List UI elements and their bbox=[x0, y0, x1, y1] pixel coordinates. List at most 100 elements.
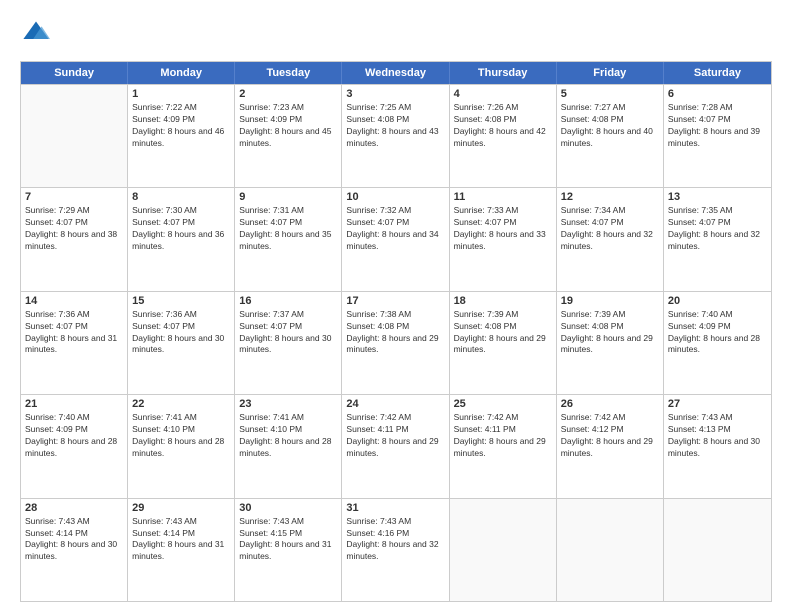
cell-info: Sunrise: 7:38 AMSunset: 4:08 PMDaylight:… bbox=[346, 309, 444, 357]
page: Sunday Monday Tuesday Wednesday Thursday… bbox=[0, 0, 792, 612]
calendar-cell: 25 Sunrise: 7:42 AMSunset: 4:11 PMDayligh… bbox=[450, 395, 557, 497]
calendar-cell: 20 Sunrise: 7:40 AMSunset: 4:09 PMDayligh… bbox=[664, 292, 771, 394]
day-number: 25 bbox=[454, 398, 552, 410]
day-number: 4 bbox=[454, 88, 552, 100]
day-number: 2 bbox=[239, 88, 337, 100]
cell-info: Sunrise: 7:43 AMSunset: 4:13 PMDaylight:… bbox=[668, 412, 767, 460]
calendar-cell: 28Sunrise: 7:43 AMSunset: 4:14 PMDayligh… bbox=[21, 499, 128, 601]
cell-info: Sunrise: 7:40 AMSunset: 4:09 PMDaylight:… bbox=[25, 412, 123, 460]
calendar-cell bbox=[21, 85, 128, 187]
day-number: 11 bbox=[454, 191, 552, 203]
calendar-cell: 7 Sunrise: 7:29 AMSunset: 4:07 PMDaylight… bbox=[21, 188, 128, 290]
cell-info: Sunrise: 7:37 AMSunset: 4:07 PMDaylight:… bbox=[239, 309, 337, 357]
day-number: 22 bbox=[132, 398, 230, 410]
col-wednesday: Wednesday bbox=[342, 62, 449, 84]
calendar-cell: 3 Sunrise: 7:25 AMSunset: 4:08 PMDaylight… bbox=[342, 85, 449, 187]
calendar-cell: 10Sunrise: 7:32 AMSunset: 4:07 PMDayligh… bbox=[342, 188, 449, 290]
day-number: 29 bbox=[132, 502, 230, 514]
calendar-cell: 30 Sunrise: 7:43 AMSunset: 4:15 PMDayligh… bbox=[235, 499, 342, 601]
calendar-cell: 12Sunrise: 7:34 AMSunset: 4:07 PMDayligh… bbox=[557, 188, 664, 290]
calendar-cell: 24Sunrise: 7:42 AMSunset: 4:11 PMDayligh… bbox=[342, 395, 449, 497]
cell-info: Sunrise: 7:29 AMSunset: 4:07 PMDaylight:… bbox=[25, 205, 123, 253]
day-number: 6 bbox=[668, 88, 767, 100]
cell-info: Sunrise: 7:41 AMSunset: 4:10 PMDaylight:… bbox=[132, 412, 230, 460]
calendar-cell: 27 Sunrise: 7:43 AMSunset: 4:13 PMDayligh… bbox=[664, 395, 771, 497]
cell-info: Sunrise: 7:42 AMSunset: 4:11 PMDaylight:… bbox=[454, 412, 552, 460]
calendar-cell: 31 Sunrise: 7:43 AMSunset: 4:16 PMDayligh… bbox=[342, 499, 449, 601]
calendar-cell: 9 Sunrise: 7:31 AMSunset: 4:07 PMDaylight… bbox=[235, 188, 342, 290]
cell-info: Sunrise: 7:36 AMSunset: 4:07 PMDaylight:… bbox=[132, 309, 230, 357]
calendar-cell: 8Sunrise: 7:30 AMSunset: 4:07 PMDaylight… bbox=[128, 188, 235, 290]
col-monday: Monday bbox=[128, 62, 235, 84]
calendar-cell: 15Sunrise: 7:36 AMSunset: 4:07 PMDayligh… bbox=[128, 292, 235, 394]
logo-icon bbox=[22, 18, 50, 46]
day-number: 23 bbox=[239, 398, 337, 410]
calendar-cell: 21 Sunrise: 7:40 AMSunset: 4:09 PMDayligh… bbox=[21, 395, 128, 497]
day-number: 7 bbox=[25, 191, 123, 203]
day-number: 14 bbox=[25, 295, 123, 307]
cell-info: Sunrise: 7:43 AMSunset: 4:14 PMDaylight:… bbox=[132, 516, 230, 564]
cell-info: Sunrise: 7:41 AMSunset: 4:10 PMDaylight:… bbox=[239, 412, 337, 460]
day-number: 31 bbox=[346, 502, 444, 514]
header bbox=[20, 18, 772, 51]
calendar-row-2: 7 Sunrise: 7:29 AMSunset: 4:07 PMDaylight… bbox=[21, 187, 771, 290]
calendar-cell: 22 Sunrise: 7:41 AMSunset: 4:10 PMDayligh… bbox=[128, 395, 235, 497]
calendar-cell: 16 Sunrise: 7:37 AMSunset: 4:07 PMDayligh… bbox=[235, 292, 342, 394]
cell-info: Sunrise: 7:25 AMSunset: 4:08 PMDaylight:… bbox=[346, 102, 444, 150]
col-saturday: Saturday bbox=[664, 62, 771, 84]
cell-info: Sunrise: 7:40 AMSunset: 4:09 PMDaylight:… bbox=[668, 309, 767, 357]
cell-info: Sunrise: 7:42 AMSunset: 4:12 PMDaylight:… bbox=[561, 412, 659, 460]
calendar-cell: 29 Sunrise: 7:43 AMSunset: 4:14 PMDayligh… bbox=[128, 499, 235, 601]
col-tuesday: Tuesday bbox=[235, 62, 342, 84]
day-number: 13 bbox=[668, 191, 767, 203]
calendar-cell: 6 Sunrise: 7:28 AMSunset: 4:07 PMDaylight… bbox=[664, 85, 771, 187]
day-number: 9 bbox=[239, 191, 337, 203]
day-number: 26 bbox=[561, 398, 659, 410]
calendar-cell: 13Sunrise: 7:35 AMSunset: 4:07 PMDayligh… bbox=[664, 188, 771, 290]
calendar-cell: 5 Sunrise: 7:27 AMSunset: 4:08 PMDaylight… bbox=[557, 85, 664, 187]
calendar-cell: 1 Sunrise: 7:22 AMSunset: 4:09 PMDaylight… bbox=[128, 85, 235, 187]
day-number: 30 bbox=[239, 502, 337, 514]
cell-info: Sunrise: 7:39 AMSunset: 4:08 PMDaylight:… bbox=[561, 309, 659, 357]
calendar-cell bbox=[450, 499, 557, 601]
logo bbox=[20, 18, 52, 51]
day-number: 5 bbox=[561, 88, 659, 100]
calendar-row-5: 28Sunrise: 7:43 AMSunset: 4:14 PMDayligh… bbox=[21, 498, 771, 601]
calendar-header: Sunday Monday Tuesday Wednesday Thursday… bbox=[21, 62, 771, 84]
cell-info: Sunrise: 7:43 AMSunset: 4:14 PMDaylight:… bbox=[25, 516, 123, 564]
calendar-cell: 26 Sunrise: 7:42 AMSunset: 4:12 PMDayligh… bbox=[557, 395, 664, 497]
col-friday: Friday bbox=[557, 62, 664, 84]
cell-info: Sunrise: 7:22 AMSunset: 4:09 PMDaylight:… bbox=[132, 102, 230, 150]
calendar-cell: 23 Sunrise: 7:41 AMSunset: 4:10 PMDayligh… bbox=[235, 395, 342, 497]
cell-info: Sunrise: 7:31 AMSunset: 4:07 PMDaylight:… bbox=[239, 205, 337, 253]
col-thursday: Thursday bbox=[450, 62, 557, 84]
calendar: Sunday Monday Tuesday Wednesday Thursday… bbox=[20, 61, 772, 602]
calendar-cell: 18Sunrise: 7:39 AMSunset: 4:08 PMDayligh… bbox=[450, 292, 557, 394]
calendar-cell: 4 Sunrise: 7:26 AMSunset: 4:08 PMDaylight… bbox=[450, 85, 557, 187]
day-number: 21 bbox=[25, 398, 123, 410]
cell-info: Sunrise: 7:43 AMSunset: 4:16 PMDaylight:… bbox=[346, 516, 444, 564]
cell-info: Sunrise: 7:32 AMSunset: 4:07 PMDaylight:… bbox=[346, 205, 444, 253]
cell-info: Sunrise: 7:23 AMSunset: 4:09 PMDaylight:… bbox=[239, 102, 337, 150]
calendar-row-1: 1 Sunrise: 7:22 AMSunset: 4:09 PMDaylight… bbox=[21, 84, 771, 187]
calendar-row-4: 21 Sunrise: 7:40 AMSunset: 4:09 PMDayligh… bbox=[21, 394, 771, 497]
day-number: 24 bbox=[346, 398, 444, 410]
day-number: 20 bbox=[668, 295, 767, 307]
calendar-cell: 2 Sunrise: 7:23 AMSunset: 4:09 PMDaylight… bbox=[235, 85, 342, 187]
cell-info: Sunrise: 7:26 AMSunset: 4:08 PMDaylight:… bbox=[454, 102, 552, 150]
cell-info: Sunrise: 7:28 AMSunset: 4:07 PMDaylight:… bbox=[668, 102, 767, 150]
cell-info: Sunrise: 7:39 AMSunset: 4:08 PMDaylight:… bbox=[454, 309, 552, 357]
cell-info: Sunrise: 7:36 AMSunset: 4:07 PMDaylight:… bbox=[25, 309, 123, 357]
cell-info: Sunrise: 7:43 AMSunset: 4:15 PMDaylight:… bbox=[239, 516, 337, 564]
calendar-cell: 19Sunrise: 7:39 AMSunset: 4:08 PMDayligh… bbox=[557, 292, 664, 394]
cell-info: Sunrise: 7:33 AMSunset: 4:07 PMDaylight:… bbox=[454, 205, 552, 253]
calendar-cell bbox=[557, 499, 664, 601]
day-number: 1 bbox=[132, 88, 230, 100]
day-number: 16 bbox=[239, 295, 337, 307]
cell-info: Sunrise: 7:30 AMSunset: 4:07 PMDaylight:… bbox=[132, 205, 230, 253]
cell-info: Sunrise: 7:27 AMSunset: 4:08 PMDaylight:… bbox=[561, 102, 659, 150]
day-number: 27 bbox=[668, 398, 767, 410]
calendar-cell: 11 Sunrise: 7:33 AMSunset: 4:07 PMDayligh… bbox=[450, 188, 557, 290]
calendar-row-3: 14 Sunrise: 7:36 AMSunset: 4:07 PMDayligh… bbox=[21, 291, 771, 394]
day-number: 3 bbox=[346, 88, 444, 100]
